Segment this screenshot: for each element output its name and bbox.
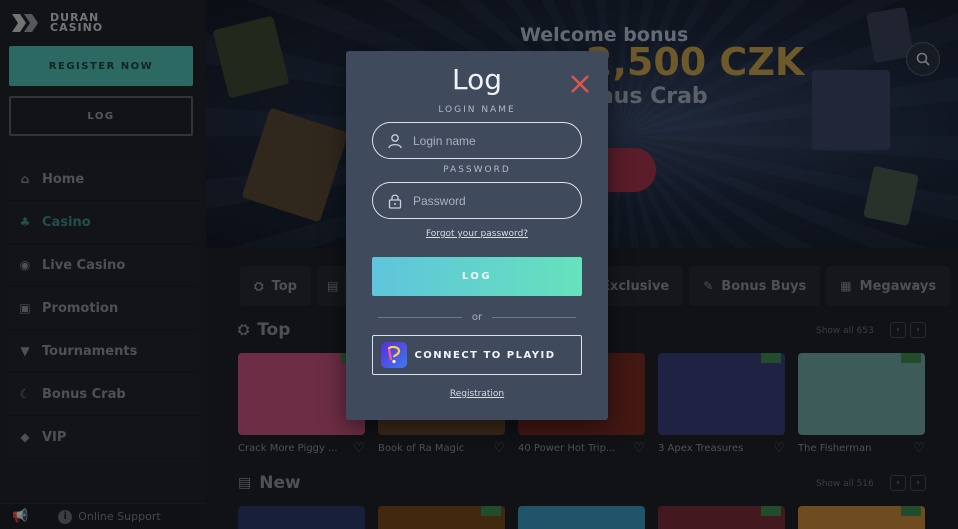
password-field[interactable]: [372, 182, 582, 219]
close-icon[interactable]: [568, 72, 592, 96]
user-icon: [388, 133, 402, 148]
or-divider: or: [378, 312, 577, 323]
or-label: or: [471, 312, 483, 323]
registration-link[interactable]: Registration: [346, 389, 608, 399]
login-name-label: LOGIN NAME: [438, 105, 516, 115]
login-name-field[interactable]: [372, 122, 582, 159]
connect-playid-button[interactable]: CONNECT TO PLAYID: [372, 335, 582, 375]
connect-playid-label: CONNECT TO PLAYID: [414, 349, 556, 361]
playid-logo-icon: [381, 342, 407, 368]
lock-icon: [388, 194, 402, 209]
login-dialog: Log LOGIN NAME PASSWORD Forgot your pass…: [346, 51, 608, 420]
password-input[interactable]: [413, 193, 563, 208]
login-name-input[interactable]: [413, 133, 563, 148]
password-label: PASSWORD: [443, 165, 511, 175]
forgot-password-link[interactable]: Forgot your password?: [346, 229, 608, 239]
log-submit-button[interactable]: LOG: [372, 257, 582, 296]
